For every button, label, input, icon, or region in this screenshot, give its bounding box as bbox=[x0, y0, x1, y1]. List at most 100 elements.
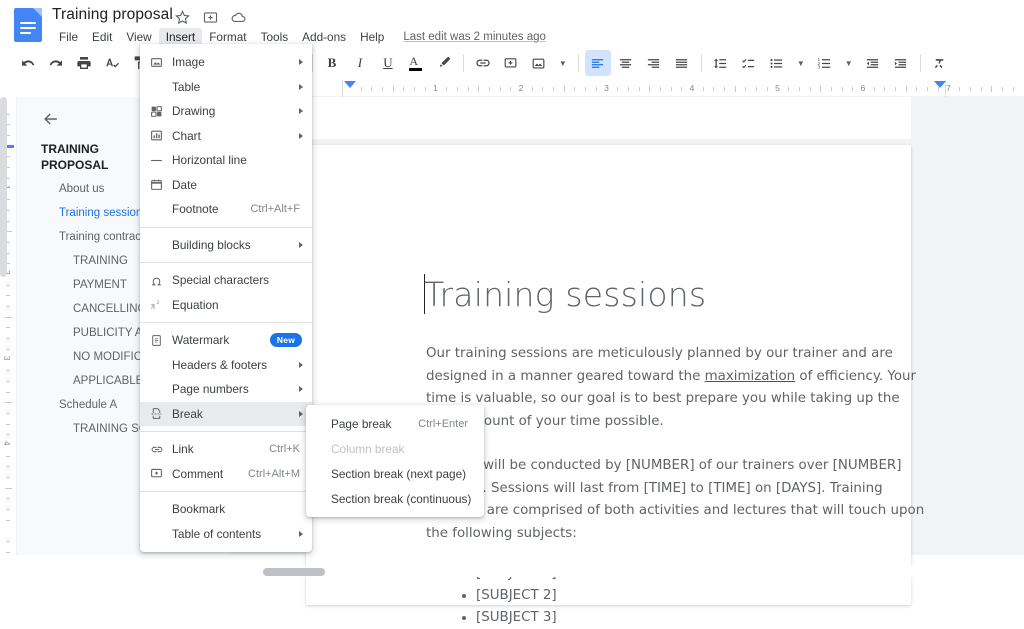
break-submenu-item-section-break-continuous[interactable]: Section break (continuous) bbox=[306, 486, 484, 511]
menu-item-label: Drawing bbox=[172, 104, 216, 119]
vertical-ruler-tick bbox=[6, 551, 10, 553]
insert-menu-item-break[interactable]: Break bbox=[140, 401, 312, 426]
insert-image-icon[interactable] bbox=[526, 50, 552, 76]
line-spacing-icon[interactable] bbox=[708, 50, 734, 76]
clear-formatting-icon[interactable] bbox=[927, 50, 953, 76]
checklist-icon[interactable] bbox=[736, 50, 762, 76]
menu-item-label: Watermark bbox=[172, 333, 230, 348]
comment-icon bbox=[150, 467, 172, 480]
insert-menu-item-headers-footers[interactable]: Headers & footers bbox=[140, 353, 312, 378]
vertical-ruler-tick bbox=[6, 455, 10, 457]
menu-item-label: Building blocks bbox=[172, 237, 251, 252]
underline-label: U bbox=[383, 55, 393, 70]
insert-menu-item-link[interactable]: Link Ctrl+K bbox=[140, 437, 312, 462]
print-icon[interactable] bbox=[71, 50, 97, 76]
horizontal-scrollbar-thumb[interactable] bbox=[263, 568, 325, 576]
ruler-tick bbox=[649, 86, 651, 92]
ruler-number: 5 bbox=[775, 83, 780, 93]
insert-image-chevron-down-icon[interactable]: ▼ bbox=[553, 59, 573, 68]
undo-icon[interactable] bbox=[15, 50, 41, 76]
document-paragraph-2: Training will be conducted by [NUMBER] o… bbox=[426, 458, 925, 541]
redo-icon[interactable] bbox=[43, 50, 69, 76]
insert-menu-item-chart[interactable]: Chart bbox=[140, 124, 312, 149]
ruler-tick bbox=[959, 87, 961, 91]
cloud-saved-icon[interactable] bbox=[230, 9, 247, 26]
ruler-number: 3 bbox=[604, 83, 609, 93]
align-center-icon[interactable] bbox=[613, 50, 639, 76]
menu-item-shortcut: Ctrl+Alt+F bbox=[250, 203, 300, 216]
ruler-tick bbox=[927, 87, 929, 91]
add-comment-icon[interactable] bbox=[498, 50, 524, 76]
insert-menu-item-table-of-contents[interactable]: Table of contents bbox=[140, 522, 312, 547]
vertical-ruler-tick bbox=[6, 284, 10, 286]
break-submenu-dropdown[interactable]: Page break Ctrl+Enter Column break Section … bbox=[306, 405, 484, 517]
back-arrow-icon[interactable] bbox=[41, 109, 61, 129]
insert-menu-item-bookmark[interactable]: Bookmark bbox=[140, 497, 312, 522]
insert-menu-dropdown[interactable]: Image Table Drawing Chart Horizontal line Dat… bbox=[140, 44, 312, 552]
bold-button[interactable]: B bbox=[319, 50, 345, 76]
star-icon[interactable] bbox=[174, 9, 191, 26]
insert-menu-item-horizontal-line[interactable]: Horizontal line bbox=[140, 148, 312, 173]
insert-menu-item-drawing[interactable]: Drawing bbox=[140, 99, 312, 124]
document-page[interactable]: Training sessions Our training sessions … bbox=[306, 145, 924, 625]
last-edit-status[interactable]: Last edit was 2 minutes ago bbox=[403, 31, 546, 43]
bulleted-list-chevron-down-icon[interactable]: ▼ bbox=[791, 59, 811, 68]
insert-menu-item-building-blocks[interactable]: Building blocks bbox=[140, 233, 312, 258]
ruler-number: 1 bbox=[433, 83, 438, 93]
numbered-list-icon[interactable]: 123 bbox=[812, 50, 838, 76]
submenu-arrow-icon bbox=[299, 59, 303, 66]
insert-menu-item-footnote[interactable]: Footnote Ctrl+Alt+F bbox=[140, 197, 312, 222]
ruler-tick bbox=[820, 86, 822, 92]
insert-menu-item-special-characters[interactable]: Special characters bbox=[140, 268, 312, 293]
highlight-pen-icon[interactable] bbox=[431, 50, 457, 76]
horizontal-ruler[interactable]: 1 2 3 4 5 6 7 bbox=[306, 80, 1024, 97]
ruler-tick bbox=[659, 87, 661, 91]
vertical-ruler-tick bbox=[6, 509, 10, 511]
numbered-list-chevron-down-icon[interactable]: ▼ bbox=[839, 59, 859, 68]
insert-menu-item-image[interactable]: Image bbox=[140, 50, 312, 75]
menu-file[interactable]: File bbox=[52, 28, 85, 46]
horizontal-line-icon bbox=[150, 154, 172, 167]
vertical-ruler-tick bbox=[5, 316, 12, 318]
bulleted-list-icon[interactable] bbox=[764, 50, 790, 76]
align-left-icon[interactable] bbox=[584, 50, 611, 76]
insert-menu-item-watermark[interactable]: Watermark New bbox=[140, 328, 312, 353]
horizontal-scrollbar[interactable] bbox=[17, 566, 1024, 577]
menu-separator bbox=[140, 322, 312, 323]
insert-menu-item-comment[interactable]: Comment Ctrl+Alt+M bbox=[140, 462, 312, 487]
italic-label: I bbox=[357, 55, 363, 70]
vertical-ruler-tick bbox=[6, 295, 10, 297]
break-submenu-item-page-break[interactable]: Page break Ctrl+Enter bbox=[306, 411, 484, 436]
vertical-scrollbar-thumb[interactable] bbox=[0, 97, 7, 277]
italic-button[interactable]: I bbox=[347, 50, 373, 76]
break-submenu-item-section-break-next-page[interactable]: Section break (next page) bbox=[306, 461, 484, 486]
insert-menu-item-date[interactable]: Date bbox=[140, 173, 312, 198]
underline-button[interactable]: U bbox=[375, 50, 401, 76]
ruler-tick bbox=[766, 87, 768, 91]
move-to-folder-icon[interactable] bbox=[202, 9, 219, 26]
menu-separator bbox=[140, 491, 312, 492]
menu-separator bbox=[140, 431, 312, 432]
vertical-ruler-tick bbox=[6, 327, 10, 329]
menu-item-label: Date bbox=[172, 177, 197, 192]
align-justify-icon[interactable] bbox=[669, 50, 695, 76]
vertical-ruler-number: 3 bbox=[2, 355, 11, 360]
equation-icon: π2 bbox=[150, 298, 172, 311]
decrease-indent-icon[interactable] bbox=[860, 50, 886, 76]
increase-indent-icon[interactable] bbox=[888, 50, 914, 76]
text-color-button[interactable]: A bbox=[403, 50, 429, 76]
align-right-icon[interactable] bbox=[641, 50, 667, 76]
menu-help[interactable]: Help bbox=[353, 28, 391, 46]
insert-menu-item-equation[interactable]: π 2 Equation bbox=[140, 293, 312, 318]
insert-menu-item-table[interactable]: Table bbox=[140, 75, 312, 100]
document-title[interactable]: Training proposal bbox=[52, 6, 173, 24]
ruler-tick bbox=[424, 87, 426, 91]
right-indent-marker[interactable] bbox=[934, 81, 946, 88]
insert-menu-item-page-numbers[interactable]: Page numbers bbox=[140, 377, 312, 402]
spellcheck-icon[interactable] bbox=[99, 50, 125, 76]
left-indent-marker[interactable] bbox=[344, 81, 356, 88]
menu-edit[interactable]: Edit bbox=[85, 28, 119, 46]
ruler-tick bbox=[991, 86, 993, 92]
ruler-tick bbox=[403, 87, 405, 91]
insert-link-icon[interactable] bbox=[470, 50, 496, 76]
